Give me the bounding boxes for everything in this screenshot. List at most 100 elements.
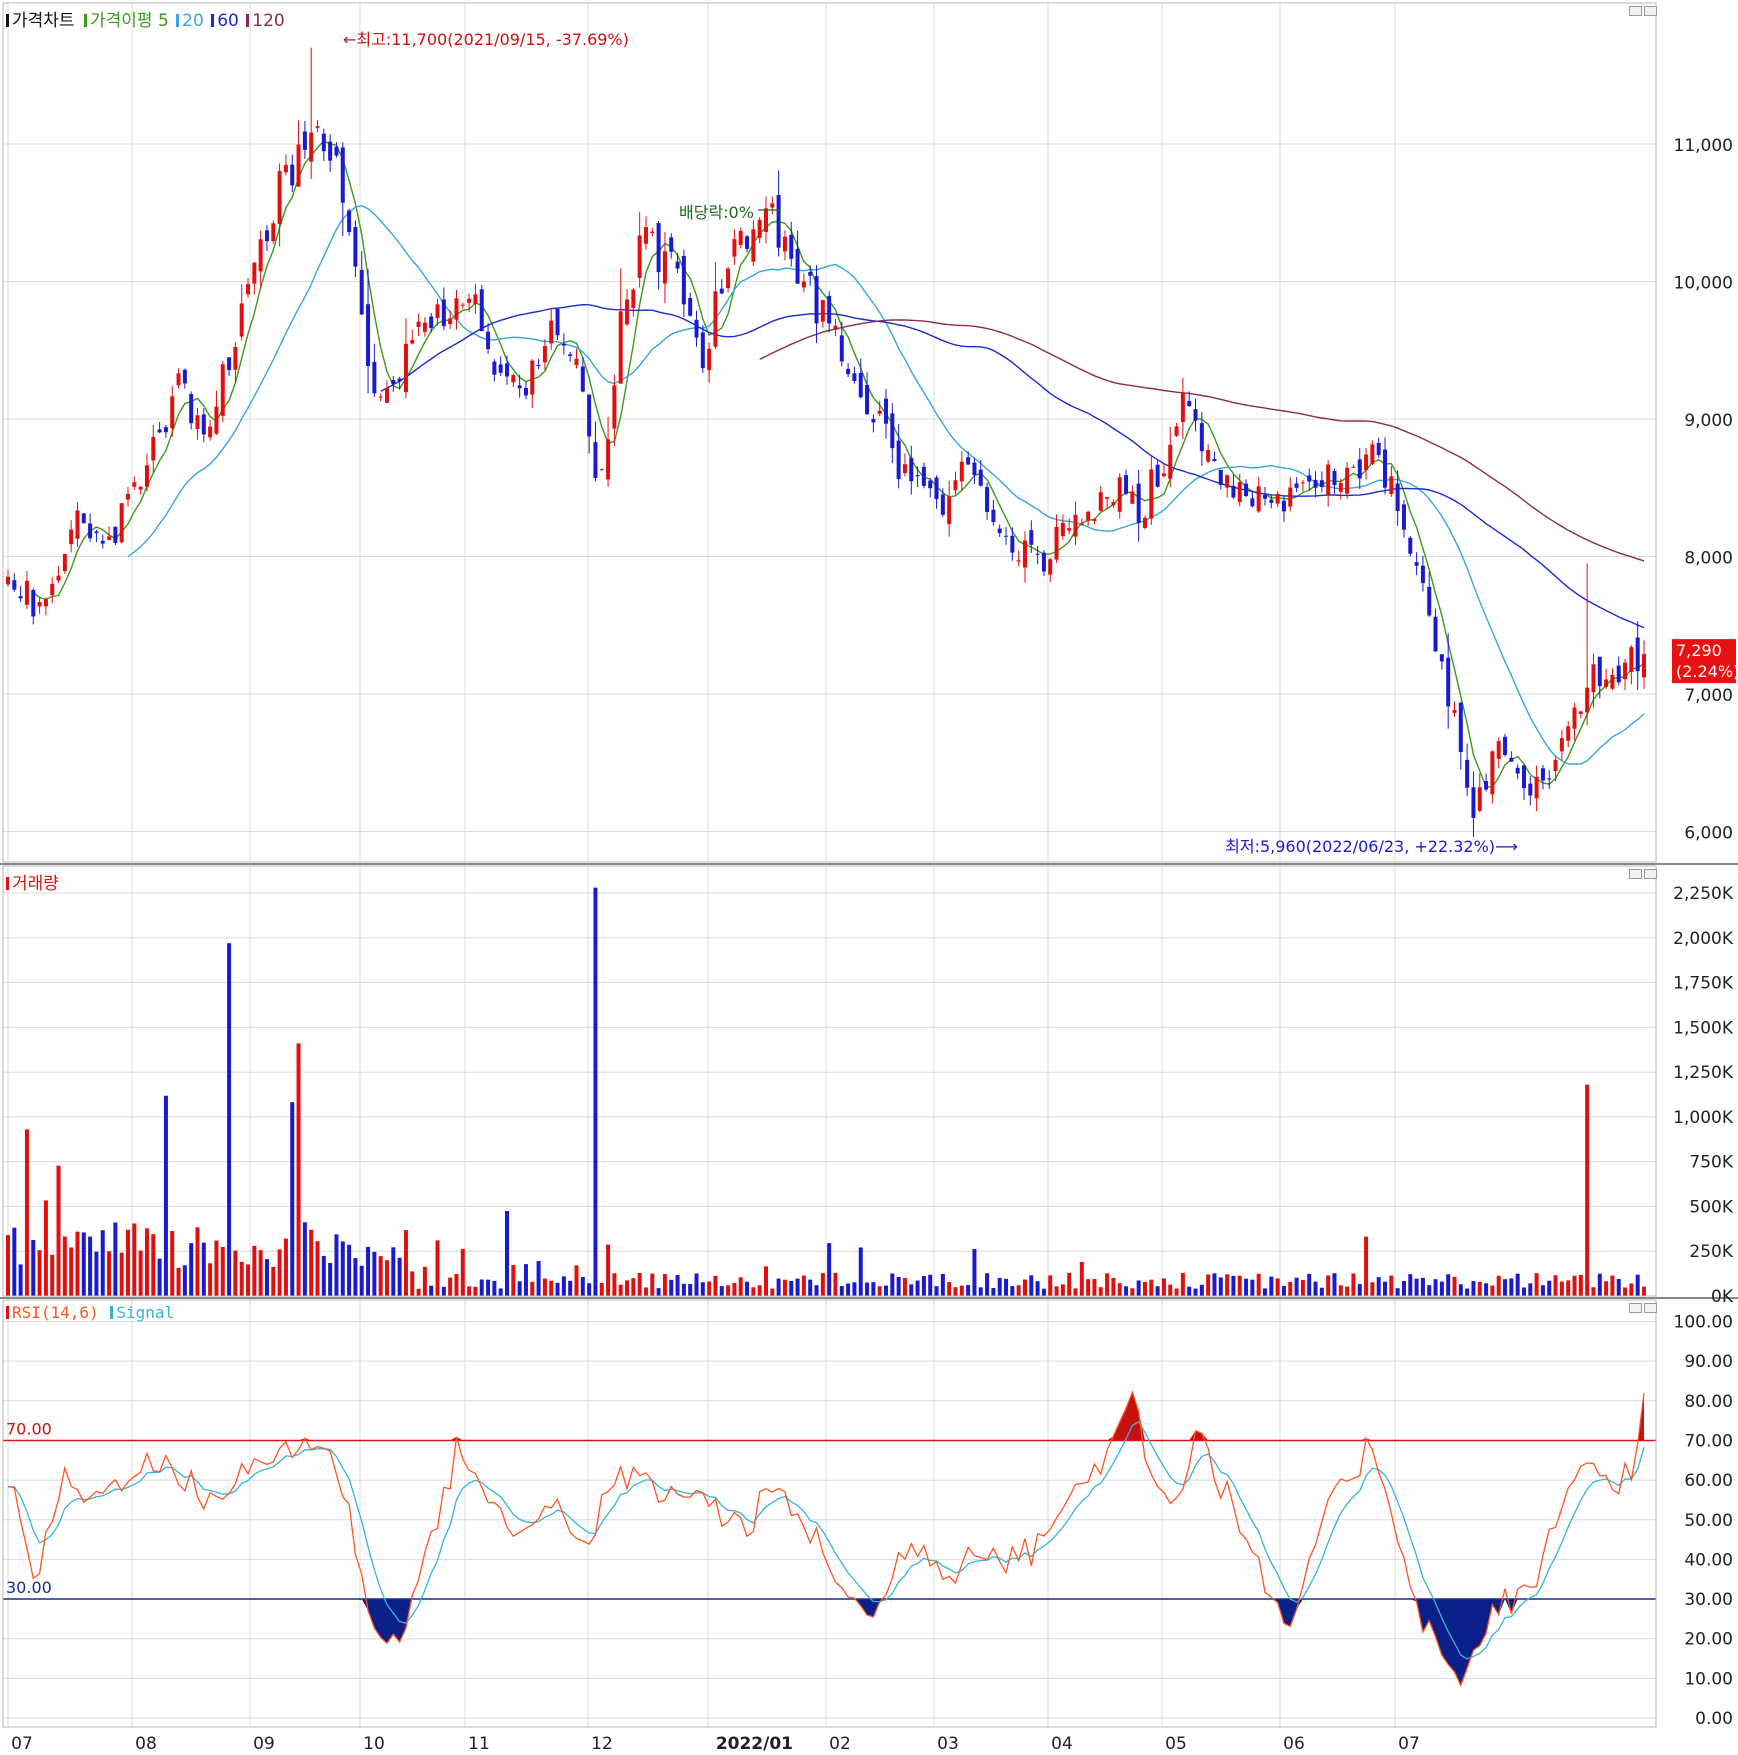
volume-bar — [18, 1264, 23, 1296]
candle-body — [1117, 477, 1122, 512]
candle-body — [934, 477, 939, 500]
volume-bar — [776, 1278, 781, 1296]
volume-bar — [808, 1279, 813, 1296]
candle-body — [43, 599, 48, 607]
rsi-tick-label: 100.00 — [1674, 1313, 1733, 1333]
volume-bar — [789, 1280, 794, 1296]
candle-body — [94, 531, 99, 534]
volume-tick-label: 500K — [1689, 1197, 1733, 1217]
candle-body — [176, 373, 181, 386]
candle-body — [1553, 759, 1558, 771]
volume-bar — [561, 1276, 566, 1296]
candle-body — [1604, 679, 1609, 687]
candle-body — [1427, 586, 1432, 616]
candle-body — [921, 466, 926, 486]
candle-body — [814, 276, 819, 324]
rsi-panel-restore-button[interactable] — [1629, 1303, 1642, 1313]
volume-panel-close-button[interactable] — [1644, 869, 1657, 879]
candle-body — [782, 236, 787, 252]
rsi-tick-label: 60.00 — [1684, 1471, 1733, 1491]
candle — [113, 526, 118, 545]
candle-body — [37, 602, 42, 607]
candle-body — [1439, 654, 1444, 662]
volume-bar — [1231, 1275, 1236, 1296]
candle-body — [707, 348, 712, 371]
volume-bar — [132, 1223, 137, 1296]
candle — [700, 325, 705, 373]
volume-bar — [1161, 1278, 1166, 1296]
ma-5-label: 5 — [157, 11, 169, 31]
volume-tick-label: 250K — [1689, 1242, 1733, 1262]
volume-bar — [182, 1265, 187, 1296]
candle-body — [1433, 616, 1438, 652]
volume-bar — [865, 1282, 870, 1296]
volume-bar — [675, 1275, 680, 1296]
candle-body — [1016, 560, 1021, 562]
volume-bar — [372, 1251, 377, 1296]
volume-bar — [631, 1278, 636, 1296]
volume-bar — [1054, 1286, 1059, 1296]
volume-bar — [31, 1239, 36, 1296]
volume-bar — [928, 1274, 933, 1296]
candle-body — [1521, 765, 1526, 789]
volume-bar — [1086, 1279, 1091, 1296]
volume-bar — [1142, 1281, 1147, 1296]
volume-bar — [625, 1280, 630, 1296]
candle-body — [473, 294, 478, 305]
candle-body — [1490, 751, 1495, 795]
volume-bar — [163, 1095, 168, 1296]
candle-body — [972, 462, 977, 475]
candle-body — [719, 288, 724, 294]
volume-bar — [252, 1245, 257, 1296]
volume-bar — [751, 1287, 756, 1296]
candle-body — [1420, 565, 1425, 584]
volume-bar — [1490, 1285, 1495, 1296]
volume-bar — [1060, 1284, 1065, 1296]
price-tick-label: 6,000 — [1684, 824, 1733, 844]
candle-body — [902, 464, 907, 474]
volume-bar — [1187, 1286, 1192, 1296]
volume-bar — [208, 1263, 213, 1296]
volume-bar — [978, 1287, 983, 1296]
volume-bar — [1004, 1278, 1009, 1296]
volume-bar — [126, 1229, 131, 1296]
volume-bar — [467, 1286, 472, 1296]
volume-bar — [909, 1284, 914, 1296]
volume-bar — [1484, 1283, 1489, 1296]
volume-bar — [1642, 1286, 1646, 1296]
volume-tick-label: 2,250K — [1673, 884, 1734, 904]
volume-bar — [820, 1273, 825, 1296]
volume-bar — [81, 1232, 86, 1296]
volume-bar — [846, 1283, 851, 1296]
price-panel-restore-button[interactable] — [1629, 6, 1642, 16]
volume-bar — [233, 1250, 238, 1296]
volume-bar — [1420, 1277, 1425, 1296]
candle-body — [1623, 662, 1628, 680]
volume-bar — [12, 1227, 17, 1296]
volume-bar — [1465, 1288, 1470, 1296]
volume-bar — [606, 1244, 611, 1296]
rsi-panel-close-button[interactable] — [1644, 1303, 1657, 1313]
price-panel-close-button[interactable] — [1644, 6, 1657, 16]
candle-body — [1048, 559, 1053, 575]
volume-bar — [75, 1231, 80, 1296]
volume-bar — [24, 1129, 29, 1296]
candle-body — [1029, 530, 1034, 545]
volume-bar — [599, 1283, 604, 1296]
volume-bar — [107, 1251, 112, 1296]
volume-bar — [1452, 1276, 1457, 1296]
candle-body — [587, 394, 592, 437]
candle-body — [732, 239, 737, 257]
volume-bar — [1193, 1288, 1198, 1296]
rsi-tick-label: 0.00 — [1695, 1709, 1733, 1729]
volume-bar — [473, 1286, 478, 1296]
volume-bar — [732, 1282, 737, 1296]
volume-panel-restore-button[interactable] — [1629, 869, 1642, 879]
volume-bar — [947, 1282, 952, 1296]
volume-bar — [1357, 1284, 1362, 1296]
candle-body — [580, 366, 585, 392]
candle-body — [1540, 768, 1545, 781]
candle-body — [1389, 476, 1394, 495]
volume-bar — [1263, 1288, 1268, 1296]
volume-bar — [1477, 1281, 1482, 1296]
